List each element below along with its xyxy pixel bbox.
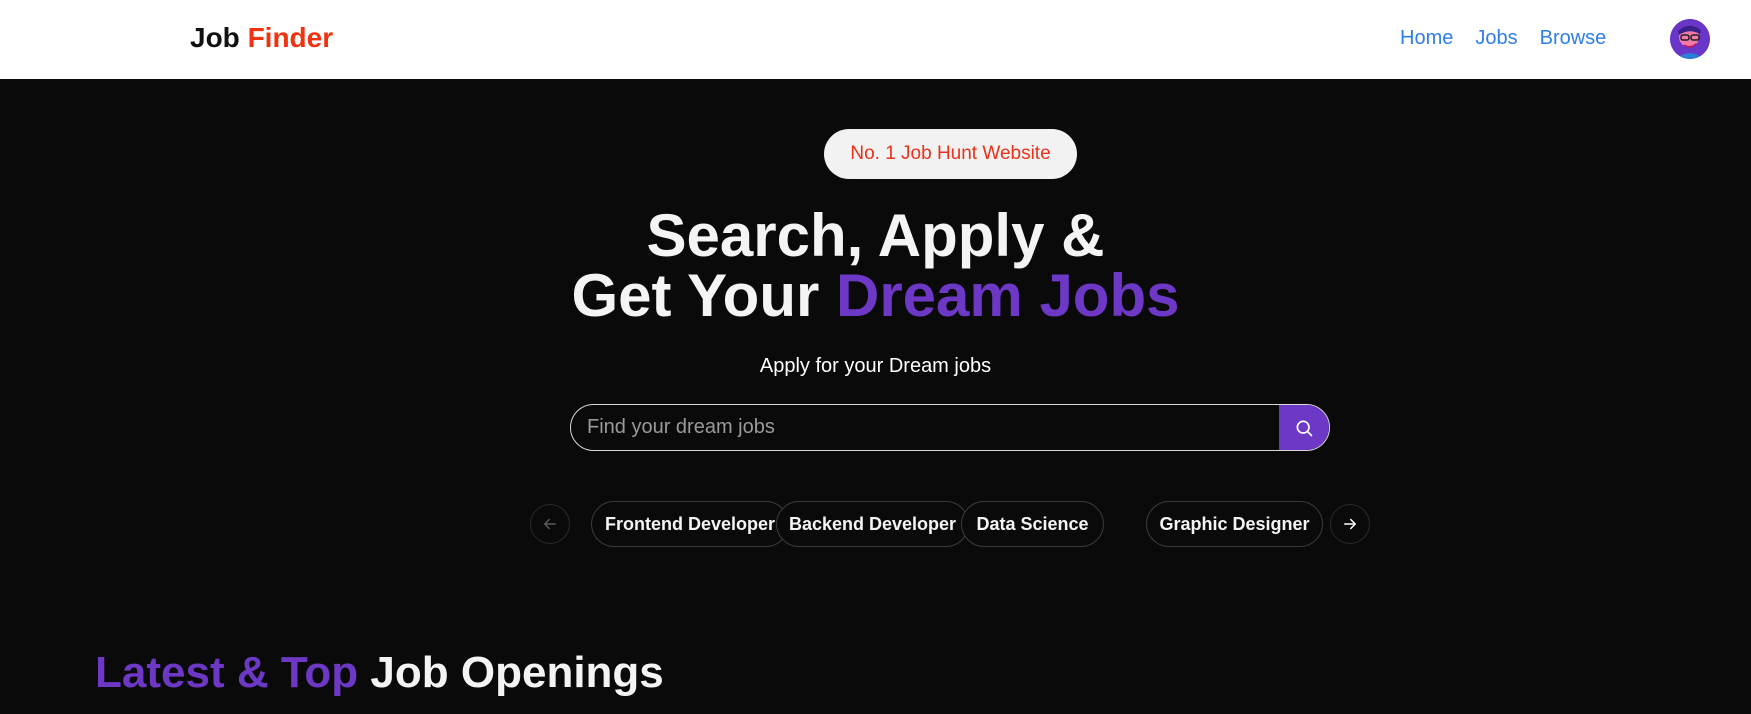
headline-white-part: Get Your [571, 262, 820, 329]
nav-link-jobs[interactable]: Jobs [1475, 27, 1517, 50]
nav-link-home[interactable]: Home [1400, 27, 1453, 50]
hero-subtitle: Apply for your Dream jobs [759, 355, 992, 377]
latest-title-white: Job Openings [370, 648, 664, 697]
search-icon [1296, 420, 1313, 436]
hero-headline-line1: Search, Apply & [646, 202, 1105, 269]
carousel-next-button[interactable] [1330, 504, 1370, 544]
category-chip-data-science[interactable]: Data Science [961, 501, 1104, 547]
category-chip-frontend[interactable]: Frontend Developer [591, 501, 789, 547]
category-chip-graphic-designer[interactable]: Graphic Designer [1146, 501, 1323, 547]
headline-purple-part: Dream Jobs [836, 262, 1180, 329]
arrow-right-icon [1344, 518, 1356, 530]
nav-links: Home Jobs Browse [1400, 27, 1606, 50]
arrow-left-icon [544, 518, 556, 530]
category-chip-backend[interactable]: Backend Developer [776, 501, 969, 547]
latest-title-purple: Latest & Top [95, 648, 359, 697]
latest-jobs-title: Latest & Top Job Openings [95, 648, 664, 698]
logo[interactable]: Job Finder [190, 22, 333, 54]
user-avatar[interactable] [1670, 19, 1710, 59]
search-bar [570, 404, 1330, 451]
hero-badge: No. 1 Job Hunt Website [824, 129, 1077, 179]
search-input[interactable] [571, 405, 1279, 450]
avatar-image [1670, 19, 1710, 59]
hero-section: No. 1 Job Hunt Website Search, Apply & G… [0, 79, 1751, 714]
hero-headline-line2: Get Your Dream Jobs [0, 266, 1751, 326]
carousel-prev-button[interactable] [530, 504, 570, 544]
navbar: Job Finder Home Jobs Browse [0, 0, 1751, 79]
logo-text-finder: Finder [247, 22, 334, 53]
logo-text-job: Job [190, 22, 240, 53]
search-button[interactable] [1279, 405, 1329, 450]
nav-link-browse[interactable]: Browse [1540, 27, 1607, 50]
